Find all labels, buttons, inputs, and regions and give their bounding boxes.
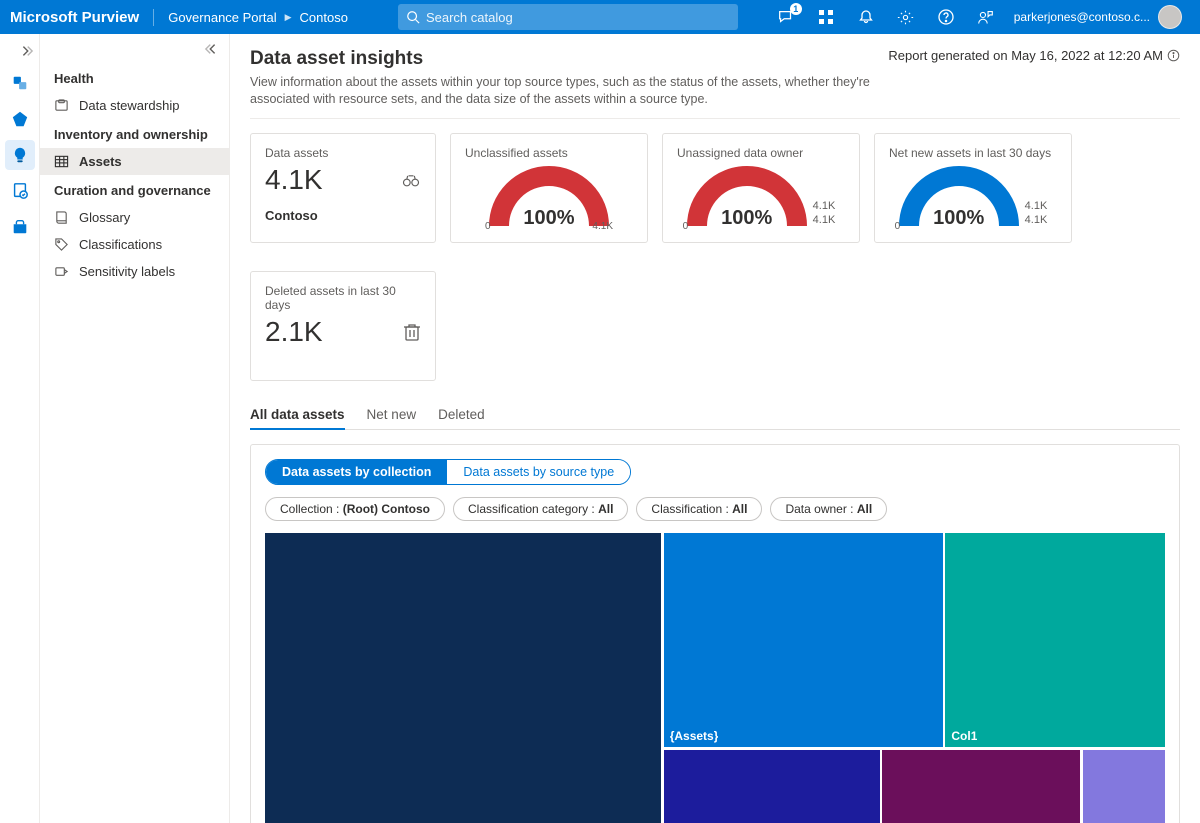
apps-icon[interactable]: [814, 5, 838, 29]
notification-badge: 1: [790, 3, 802, 15]
sidebar-section-curation: Curation and governance: [40, 175, 229, 204]
product-name: Microsoft Purview: [10, 9, 154, 26]
sidebar-item-assets[interactable]: Assets: [40, 148, 229, 175]
binoculars-icon: [401, 170, 421, 190]
rail-item-insights[interactable]: [5, 140, 35, 170]
bell-icon[interactable]: [854, 5, 878, 29]
nav-rail: [0, 34, 40, 823]
treemap-cell[interactable]: MasterCollection: [265, 533, 661, 823]
help-icon[interactable]: [934, 5, 958, 29]
gauge-unassigned: 100% 0: [687, 166, 807, 230]
treemap-panel: Data assets by collection Data assets by…: [250, 444, 1180, 823]
rail-item-sources[interactable]: [5, 68, 35, 98]
treemap-chart[interactable]: MasterCollection {Assets} Col1 Col2 enti…: [265, 533, 1165, 823]
sidebar-item-sensitivity-labels[interactable]: Sensitivity labels: [40, 258, 229, 285]
global-header: Microsoft Purview Governance Portal ▶ Co…: [0, 0, 1200, 34]
page-title: Data asset insights: [250, 48, 888, 70]
treemap-cell[interactable]: entitytestmove2: [882, 750, 1080, 823]
seg-by-collection[interactable]: Data assets by collection: [266, 460, 447, 484]
person-feedback-icon[interactable]: [974, 5, 998, 29]
gauge-netnew: 100% 0: [899, 166, 1019, 230]
chevron-right-icon: ▶: [285, 12, 292, 23]
rail-item-policy[interactable]: [5, 176, 35, 206]
header-actions: 1 parkerjones@contoso.c...: [774, 5, 1190, 29]
card-data-assets[interactable]: Data assets 4.1K Contoso: [250, 133, 436, 243]
sidebar-item-glossary[interactable]: Glossary: [40, 204, 229, 231]
rail-item-map[interactable]: [5, 104, 35, 134]
collapse-sidebar-icon[interactable]: [40, 38, 229, 63]
treemap-cell[interactable]: entitytestm...: [1083, 750, 1165, 823]
trash-icon: [403, 322, 421, 342]
filter-classification[interactable]: Classification : All: [636, 497, 762, 521]
feedback-icon[interactable]: 1: [774, 5, 798, 29]
user-email: parkerjones@contoso.c...: [1014, 10, 1150, 24]
kpi-value: 4.1K: [265, 164, 323, 196]
user-menu[interactable]: parkerjones@contoso.c...: [1014, 5, 1182, 29]
gauge-unclassified: 100% 04.1K: [489, 166, 609, 230]
sidebar-item-label: Assets: [79, 154, 122, 169]
page-description: View information about the assets within…: [250, 74, 888, 108]
main-content: Data asset insights View information abo…: [230, 34, 1200, 823]
search-icon: [406, 10, 420, 24]
sidebar-section-inventory: Inventory and ownership: [40, 119, 229, 148]
info-icon[interactable]: [1167, 49, 1180, 62]
tab-net-new[interactable]: Net new: [367, 401, 417, 429]
expand-rail-icon[interactable]: [13, 40, 39, 62]
seg-by-source-type[interactable]: Data assets by source type: [447, 460, 630, 484]
tab-all-data-assets[interactable]: All data assets: [250, 401, 345, 430]
tag-icon: [54, 237, 69, 252]
breadcrumb-account: Contoso: [300, 10, 348, 25]
treemap-cell[interactable]: Col1: [945, 533, 1165, 747]
sidebar-section-health: Health: [40, 63, 229, 92]
sidebar-item-data-stewardship[interactable]: Data stewardship: [40, 92, 229, 119]
sidebar-item-label: Data stewardship: [79, 98, 179, 113]
sidebar: Health Data stewardship Inventory and ow…: [40, 34, 230, 823]
treemap-cell[interactable]: Col2: [664, 750, 880, 823]
sidebar-item-classifications[interactable]: Classifications: [40, 231, 229, 258]
breadcrumb: Governance Portal ▶ Contoso: [154, 10, 348, 25]
filter-data-owner[interactable]: Data owner : All: [770, 497, 887, 521]
segmented-control: Data assets by collection Data assets by…: [265, 459, 631, 485]
avatar: [1158, 5, 1182, 29]
filter-collection[interactable]: Collection : (Root) Contoso: [265, 497, 445, 521]
card-net-new-assets[interactable]: Net new assets in last 30 days 100% 0 4.…: [874, 133, 1072, 243]
breadcrumb-portal[interactable]: Governance Portal: [168, 10, 276, 25]
card-unclassified-assets[interactable]: Unclassified assets 100% 04.1K: [450, 133, 648, 243]
rail-item-management[interactable]: [5, 212, 35, 242]
sidebar-item-label: Sensitivity labels: [79, 264, 175, 279]
tab-deleted[interactable]: Deleted: [438, 401, 485, 429]
treemap-cell[interactable]: {Assets}: [664, 533, 943, 747]
sidebar-item-label: Classifications: [79, 237, 162, 252]
filter-classification-category[interactable]: Classification category : All: [453, 497, 628, 521]
stewardship-icon: [54, 98, 69, 113]
card-deleted-assets[interactable]: Deleted assets in last 30 days 2.1K: [250, 271, 436, 381]
book-icon: [54, 210, 69, 225]
grid-icon: [54, 154, 69, 169]
report-timestamp: Report generated on May 16, 2022 at 12:2…: [888, 48, 1180, 63]
card-unassigned-owner[interactable]: Unassigned data owner 100% 0 4.1K 4.1K: [662, 133, 860, 243]
tab-strip: All data assets Net new Deleted: [250, 401, 1180, 430]
sidebar-item-label: Glossary: [79, 210, 130, 225]
gear-icon[interactable]: [894, 5, 918, 29]
search-input[interactable]: [426, 10, 730, 25]
kpi-value: 2.1K: [265, 316, 323, 348]
label-icon: [54, 264, 69, 279]
search-box[interactable]: [398, 4, 738, 30]
